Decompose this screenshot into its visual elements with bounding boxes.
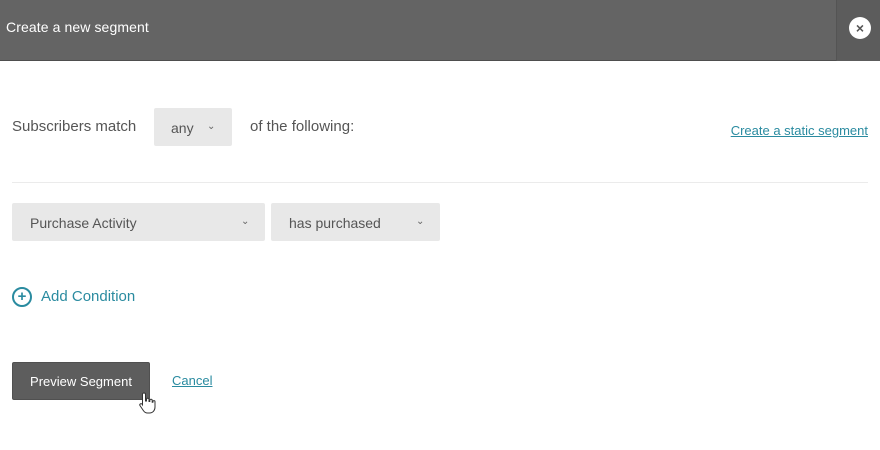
create-static-segment-link[interactable]: Create a static segment: [731, 123, 868, 138]
cancel-link[interactable]: Cancel: [172, 373, 212, 388]
match-row: Subscribers match any ⌄ of the following…: [12, 108, 868, 146]
chevron-down-icon: ⌄: [416, 216, 425, 227]
plus-circle-icon: +: [12, 287, 32, 307]
chevron-down-icon: ⌄: [207, 121, 216, 132]
chevron-down-icon: ⌄: [241, 216, 250, 227]
match-label: Subscribers match: [12, 118, 137, 135]
hand-cursor-icon: [139, 392, 156, 414]
dialog-title: Create a new segment: [6, 19, 149, 35]
dialog-header: Create a new segment ×: [0, 0, 880, 61]
divider: [12, 182, 868, 183]
add-condition-label: Add Condition: [41, 288, 136, 305]
match-select[interactable]: any ⌄: [154, 108, 232, 146]
match-select-value: any: [171, 120, 194, 136]
condition-operator-select[interactable]: has purchased ⌄: [271, 203, 440, 241]
condition-field-select[interactable]: Purchase Activity ⌄: [12, 203, 265, 241]
following-label: of the following:: [250, 118, 355, 135]
condition-operator-value: has purchased: [289, 215, 381, 231]
condition-field-value: Purchase Activity: [30, 215, 137, 231]
close-icon[interactable]: ×: [849, 17, 871, 39]
close-zone: ×: [836, 0, 880, 61]
preview-segment-button[interactable]: Preview Segment: [12, 362, 150, 400]
